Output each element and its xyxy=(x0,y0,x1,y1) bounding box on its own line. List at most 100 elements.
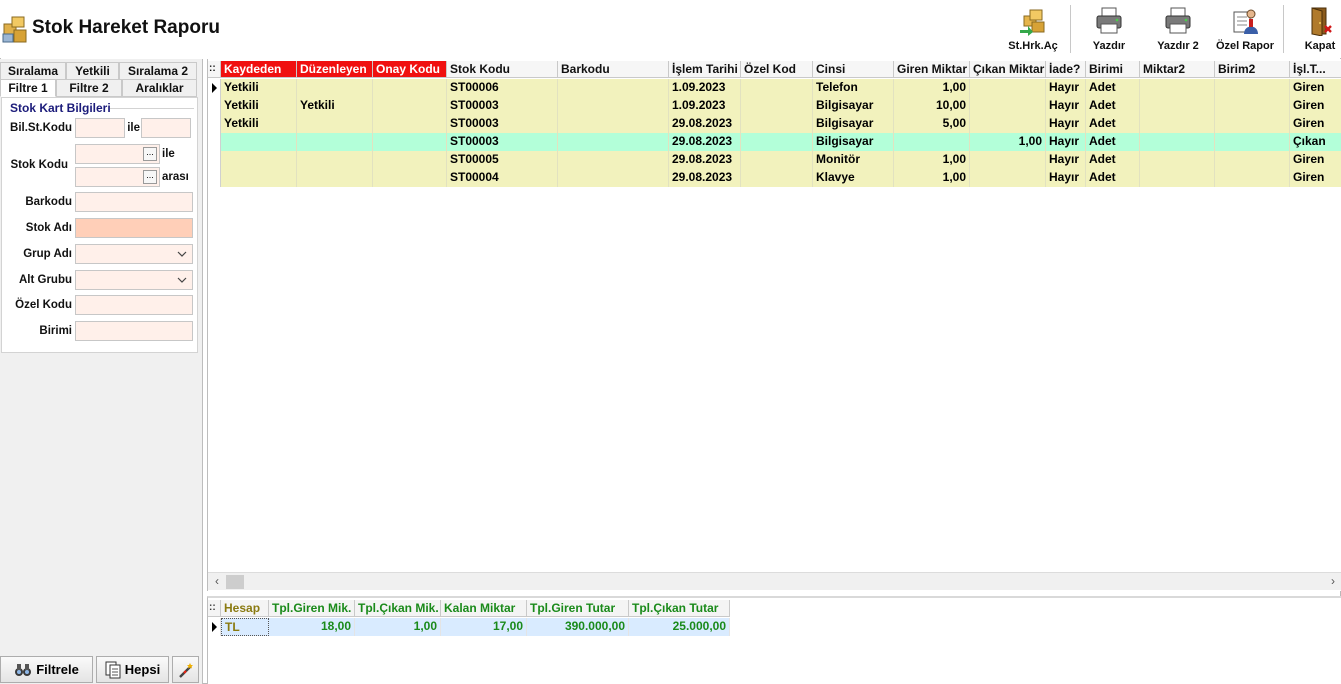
cell-cinsi[interactable]: Bilgisayar xyxy=(813,115,894,133)
tab-siralama-2[interactable]: Sıralama 2 xyxy=(119,62,197,80)
table-row[interactable]: ST00003 29.08.2023 Bilgisayar 1,00 Hayır Adet… xyxy=(208,133,1341,151)
cell-miktar2[interactable] xyxy=(1140,151,1215,169)
cell-iade[interactable]: Hayır xyxy=(1046,151,1086,169)
cell-cikan-miktar[interactable] xyxy=(970,115,1046,133)
summary-cell-tpl-cikan-tutar[interactable]: 25.000,00 xyxy=(629,618,730,636)
tab-yetkili[interactable]: Yetkili xyxy=(66,62,119,80)
summary-header-hesap[interactable]: Hesap xyxy=(221,600,269,617)
col-header-miktar2[interactable]: Miktar2 xyxy=(1140,61,1215,78)
cell-duzenleyen[interactable] xyxy=(297,151,373,169)
cell-cikan-miktar[interactable]: 1,00 xyxy=(970,133,1046,151)
cell-birimi[interactable]: Adet xyxy=(1086,151,1140,169)
bil-st-kodu-from-input[interactable] xyxy=(75,118,125,138)
cell-onay-kodu[interactable] xyxy=(373,151,447,169)
cell-barkodu[interactable] xyxy=(558,133,669,151)
cell-stok-kodu[interactable]: ST00003 xyxy=(447,115,558,133)
summary-grid[interactable]: :: Hesap Tpl.Giren Mik. Tpl.Çıkan Mik. K… xyxy=(207,596,1341,684)
cell-kaydeden[interactable] xyxy=(221,151,297,169)
cell-stok-kodu[interactable]: ST00005 xyxy=(447,151,558,169)
cell-duzenleyen[interactable] xyxy=(297,79,373,97)
tab-siralama[interactable]: Sıralama xyxy=(0,62,66,80)
col-header-cinsi[interactable]: Cinsi xyxy=(813,61,894,78)
cell-birim2[interactable] xyxy=(1215,79,1290,97)
stok-kodu-from-input[interactable]: ... xyxy=(75,144,160,164)
grup-adi-select[interactable] xyxy=(75,244,193,264)
cell-birim2[interactable] xyxy=(1215,115,1290,133)
cell-miktar2[interactable] xyxy=(1140,115,1215,133)
cell-iade[interactable]: Hayır xyxy=(1046,97,1086,115)
cell-barkodu[interactable] xyxy=(558,169,669,187)
col-header-cikan-miktar[interactable]: Çıkan Miktar xyxy=(970,61,1046,78)
cell-islem-tarihi[interactable]: 29.08.2023 xyxy=(669,169,741,187)
cell-islem-tarihi[interactable]: 29.08.2023 xyxy=(669,133,741,151)
summary-cell-tpl-giren-mik[interactable]: 18,00 xyxy=(269,618,355,636)
cell-duzenleyen[interactable] xyxy=(297,115,373,133)
cell-stok-kodu[interactable]: ST00003 xyxy=(447,97,558,115)
cell-islem-turu[interactable]: Giren xyxy=(1290,169,1341,187)
cell-cikan-miktar[interactable] xyxy=(970,79,1046,97)
filter-button[interactable]: Filtrele xyxy=(0,656,93,683)
cell-duzenleyen[interactable] xyxy=(297,169,373,187)
scrollbar-thumb[interactable] xyxy=(226,575,244,589)
cell-islem-tarihi[interactable]: 29.08.2023 xyxy=(669,151,741,169)
bil-st-kodu-to-input[interactable] xyxy=(141,118,191,138)
cell-cinsi[interactable]: Bilgisayar xyxy=(813,133,894,151)
close-button[interactable]: Kapat xyxy=(1300,4,1340,56)
cell-birimi[interactable]: Adet xyxy=(1086,115,1140,133)
cell-giren-miktar[interactable]: 10,00 xyxy=(894,97,970,115)
cell-cikan-miktar[interactable] xyxy=(970,151,1046,169)
cell-kaydeden[interactable]: Yetkili xyxy=(221,97,297,115)
cell-onay-kodu[interactable] xyxy=(373,115,447,133)
cell-duzenleyen[interactable]: Yetkili xyxy=(297,97,373,115)
cell-iade[interactable]: Hayır xyxy=(1046,79,1086,97)
table-row[interactable]: Yetkili ST00006 1.09.2023 Telefon 1,00 Hayır A… xyxy=(208,79,1341,97)
summary-header-tpl-giren-mik[interactable]: Tpl.Giren Mik. xyxy=(269,600,355,617)
summary-header-tpl-cikan-mik[interactable]: Tpl.Çıkan Mik. xyxy=(355,600,441,617)
cell-kaydeden[interactable]: Yetkili xyxy=(221,115,297,133)
col-header-kaydeden[interactable]: Kaydeden xyxy=(221,61,297,78)
cell-ozel-kod[interactable] xyxy=(741,151,813,169)
summary-corner-handle[interactable]: :: xyxy=(208,600,221,617)
cell-barkodu[interactable] xyxy=(558,97,669,115)
cell-duzenleyen[interactable] xyxy=(297,133,373,151)
table-row[interactable]: Yetkili ST00003 29.08.2023 Bilgisayar 5,00 Ha… xyxy=(208,115,1341,133)
table-row[interactable]: ST00005 29.08.2023 Monitör 1,00 Hayır Adet Gir… xyxy=(208,151,1341,169)
summary-cell-kalan-miktar[interactable]: 17,00 xyxy=(441,618,527,636)
cell-islem-turu[interactable]: Giren xyxy=(1290,151,1341,169)
cell-giren-miktar[interactable]: 5,00 xyxy=(894,115,970,133)
row-indicator[interactable] xyxy=(208,115,221,133)
col-header-ozel-kod[interactable]: Özel Kod xyxy=(741,61,813,78)
cell-kaydeden[interactable] xyxy=(221,169,297,187)
cell-iade[interactable]: Hayır xyxy=(1046,115,1086,133)
cell-giren-miktar[interactable] xyxy=(894,133,970,151)
barkodu-input[interactable] xyxy=(75,192,193,212)
birimi-input[interactable] xyxy=(75,321,193,341)
cell-islem-turu[interactable]: Giren xyxy=(1290,115,1341,133)
summary-header-kalan-miktar[interactable]: Kalan Miktar xyxy=(441,600,527,617)
cell-birimi[interactable]: Adet xyxy=(1086,97,1140,115)
summary-cell-hesap[interactable]: TL xyxy=(221,618,269,636)
cell-kaydeden[interactable] xyxy=(221,133,297,151)
cell-cinsi[interactable]: Monitör xyxy=(813,151,894,169)
cell-iade[interactable]: Hayır xyxy=(1046,169,1086,187)
summary-cell-tpl-giren-tutar[interactable]: 390.000,00 xyxy=(527,618,629,636)
row-indicator[interactable] xyxy=(208,151,221,169)
col-header-iade[interactable]: İade? xyxy=(1046,61,1086,78)
table-row[interactable]: Yetkili Yetkili ST00003 1.09.2023 Bilgisayar… xyxy=(208,97,1341,115)
cell-miktar2[interactable] xyxy=(1140,97,1215,115)
cell-miktar2[interactable] xyxy=(1140,79,1215,97)
cell-giren-miktar[interactable]: 1,00 xyxy=(894,151,970,169)
cell-cikan-miktar[interactable] xyxy=(970,169,1046,187)
col-header-onay-kodu[interactable]: Onay Kodu xyxy=(373,61,447,78)
cell-ozel-kod[interactable] xyxy=(741,97,813,115)
stok-adi-input[interactable] xyxy=(75,218,193,238)
cell-barkodu[interactable] xyxy=(558,79,669,97)
stok-kodu-from-lookup-button[interactable]: ... xyxy=(143,147,157,161)
custom-report-button[interactable]: Özel Rapor xyxy=(1213,4,1277,56)
cell-cinsi[interactable]: Bilgisayar xyxy=(813,97,894,115)
cell-birimi[interactable]: Adet xyxy=(1086,133,1140,151)
grid-corner-handle[interactable]: :: xyxy=(208,61,221,78)
cell-islem-turu[interactable]: Giren xyxy=(1290,79,1341,97)
cell-birim2[interactable] xyxy=(1215,133,1290,151)
table-row[interactable]: ST00004 29.08.2023 Klavye 1,00 Hayır Adet Gire… xyxy=(208,169,1341,187)
